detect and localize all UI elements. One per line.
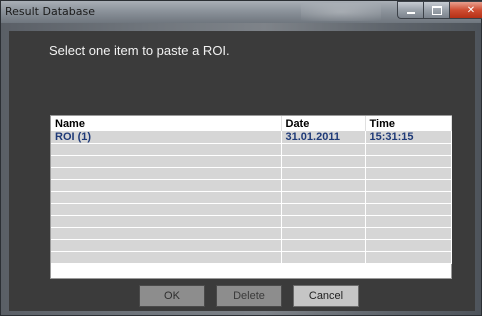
table-row[interactable]: [51, 155, 452, 168]
cell-time: [365, 167, 452, 180]
cell-time: [365, 143, 452, 156]
minimize-icon: [406, 12, 415, 14]
results-grid[interactable]: Name Date Time ROI (1) 31.01.2011 15:31:…: [50, 115, 452, 279]
cell-name: [51, 155, 282, 168]
table-row[interactable]: [51, 251, 452, 264]
cell-date: [281, 179, 366, 192]
dialog-client-area: Select one item to paste a ROI. Name Dat…: [9, 31, 475, 311]
table-row[interactable]: [51, 191, 452, 204]
cell-name: [51, 167, 282, 180]
cell-time: [365, 155, 452, 168]
cell-name: [51, 227, 282, 240]
cell-date: [281, 167, 366, 180]
dialog-prompt: Select one item to paste a ROI.: [49, 43, 230, 58]
delete-button[interactable]: Delete: [216, 285, 282, 307]
close-button[interactable]: ✕: [449, 1, 482, 19]
title-bar[interactable]: Result Database ✕: [1, 1, 482, 23]
cancel-button[interactable]: Cancel: [293, 285, 359, 307]
table-row[interactable]: [51, 215, 452, 228]
column-header-time[interactable]: Time: [365, 116, 452, 131]
cell-time: [365, 239, 452, 252]
table-row[interactable]: [51, 143, 452, 156]
table-row[interactable]: ROI (1) 31.01.2011 15:31:15: [51, 131, 452, 144]
dialog-button-row: OK Delete Cancel: [139, 285, 359, 307]
cell-name: [51, 203, 282, 216]
cell-date: [281, 143, 366, 156]
cell-time: [365, 215, 452, 228]
grid-header-row: Name Date Time: [51, 116, 452, 131]
table-row[interactable]: [51, 227, 452, 240]
cell-date: [281, 155, 366, 168]
cell-date: 31.01.2011: [281, 131, 366, 144]
table-row[interactable]: [51, 167, 452, 180]
cell-date: [281, 227, 366, 240]
table-row[interactable]: [51, 203, 452, 216]
cell-name: ROI (1): [51, 131, 282, 144]
result-database-window: Result Database ✕ Select one item to pas…: [0, 0, 482, 316]
cell-date: [281, 251, 366, 264]
column-header-name[interactable]: Name: [51, 116, 282, 131]
caption-buttons: ✕: [397, 1, 482, 19]
cell-time: [365, 179, 452, 192]
cell-name: [51, 179, 282, 192]
window-title: Result Database: [5, 5, 95, 18]
cell-name: [51, 191, 282, 204]
cell-date: [281, 215, 366, 228]
cell-date: [281, 239, 366, 252]
cell-time: [365, 227, 452, 240]
ok-button[interactable]: OK: [139, 285, 205, 307]
table-row[interactable]: [51, 239, 452, 252]
maximize-icon: [431, 5, 442, 15]
cell-date: [281, 203, 366, 216]
cell-name: [51, 143, 282, 156]
cell-time: [365, 191, 452, 204]
maximize-button[interactable]: [423, 1, 449, 19]
cell-time: [365, 203, 452, 216]
cell-name: [51, 215, 282, 228]
cell-time: 15:31:15: [365, 131, 452, 144]
cell-name: [51, 239, 282, 252]
title-bar-glow: [301, 3, 381, 21]
column-header-date[interactable]: Date: [281, 116, 366, 131]
close-icon: ✕: [466, 4, 476, 16]
cell-name: [51, 251, 282, 264]
minimize-button[interactable]: [397, 1, 423, 19]
cell-date: [281, 191, 366, 204]
table-row[interactable]: [51, 179, 452, 192]
cell-time: [365, 251, 452, 264]
